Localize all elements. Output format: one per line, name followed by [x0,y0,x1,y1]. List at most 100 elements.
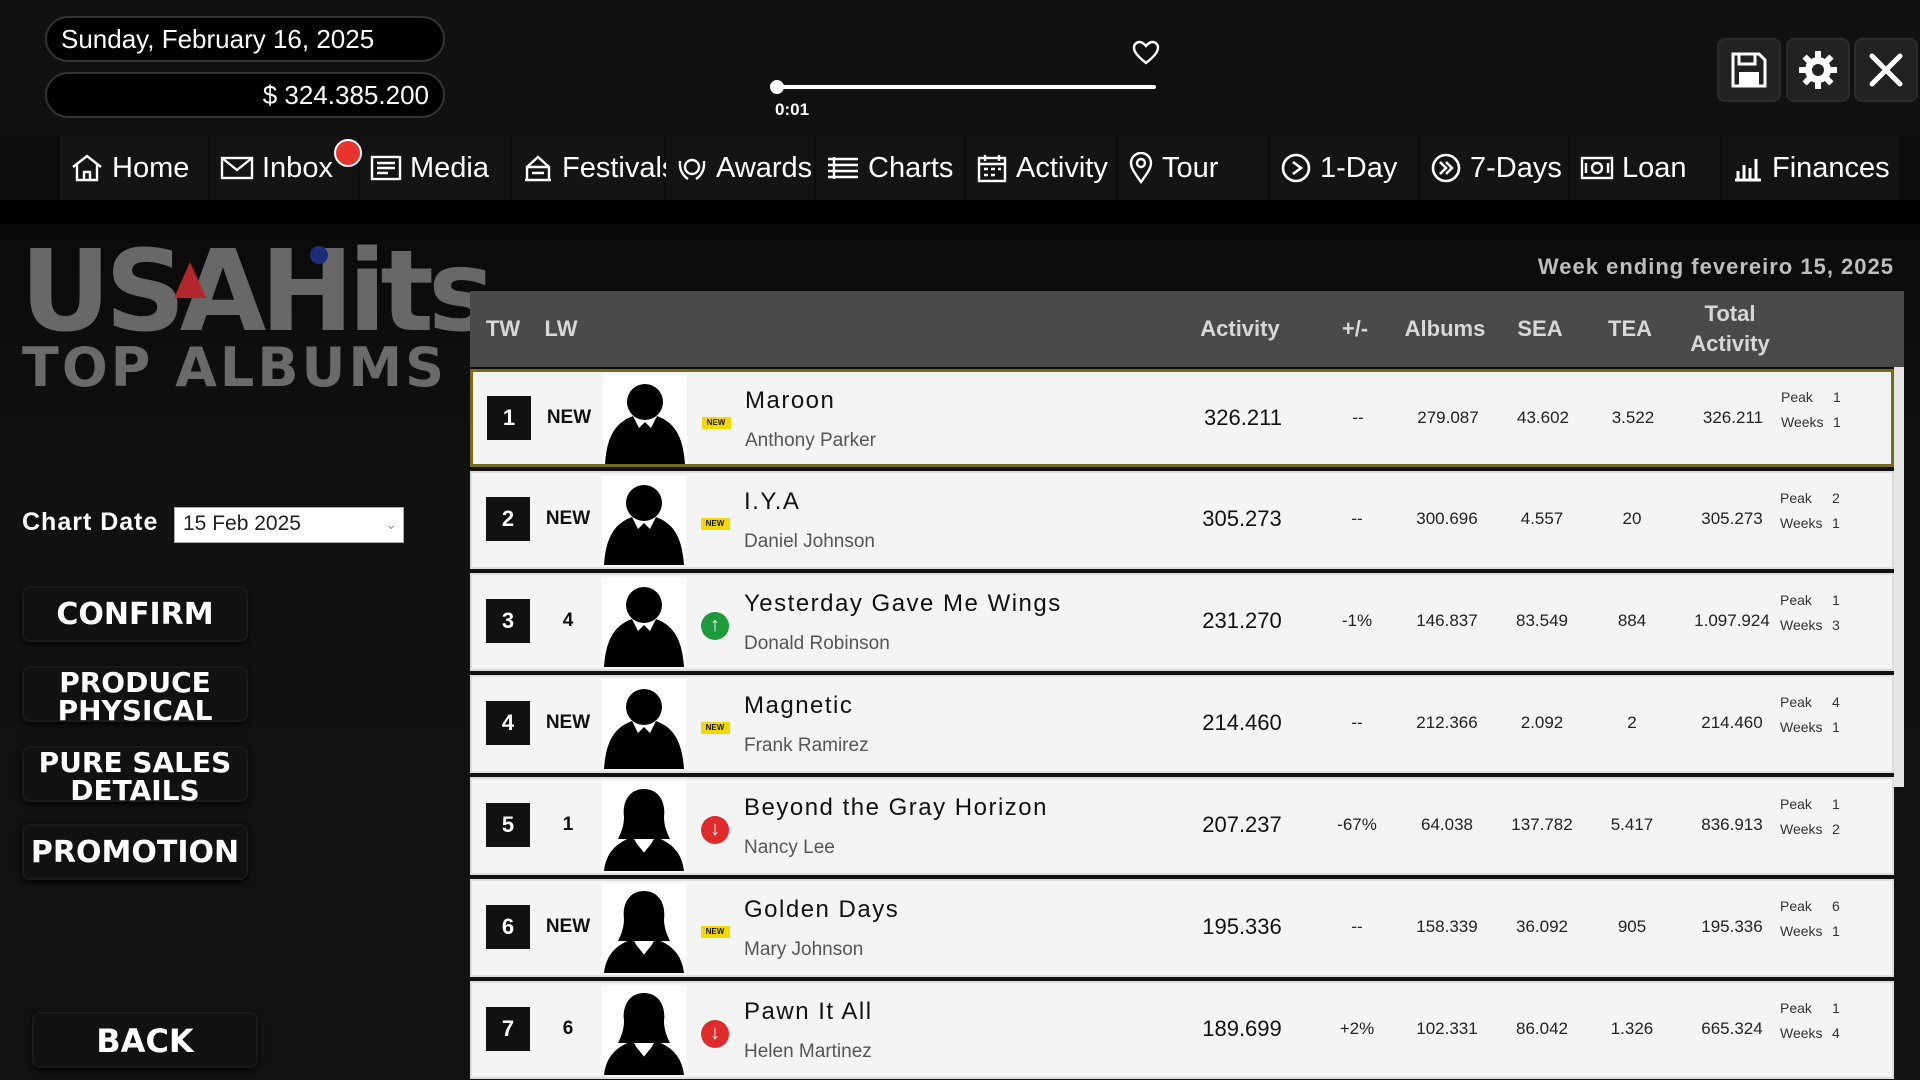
nav-finances-label: Finances [1772,151,1890,184]
peak-label: Peak [1780,1000,1812,1016]
change-value: -- [1351,713,1363,732]
nav-media[interactable]: Media [360,136,510,200]
male-avatar-icon [602,475,686,565]
produce-physical-line1: PRODUCE [59,666,211,699]
confirm-button[interactable]: CONFIRM [22,586,248,642]
header-change: +/- [1341,316,1369,341]
table-row[interactable]: 1 NEW NEW Maroon Anthony Parker 326.211 -- 279.… [470,369,1894,467]
nav-charts[interactable]: Charts [816,136,964,200]
sea-value: 137.782 [1511,815,1573,834]
albums-value: 64.038 [1421,815,1473,834]
new-tag: NEW [701,417,731,429]
header-tw: TW [485,316,521,341]
table-row[interactable]: 5 1 ↓ Beyond the Gray Horizon Nancy Lee 207.2… [470,777,1894,875]
nav-1-day-label: 1-Day [1320,151,1398,184]
arrow-up-icon: ↑ [700,611,730,641]
playback-time: 0:01 [775,100,810,119]
tea-value: 905 [1617,917,1647,936]
header-albums: Albums [1404,316,1486,341]
produce-physical-button[interactable]: PRODUCE PHYSICAL [22,666,248,727]
chart-date-value: 15 Feb 2025 [183,512,301,535]
artist-name: Anthony Parker [745,430,876,451]
save-button[interactable] [1717,38,1781,102]
playback-slider-thumb[interactable] [770,80,784,94]
settings-button[interactable] [1786,38,1850,102]
table-row[interactable]: 2 NEW NEW I.Y.A Daniel Johnson 305.273 -- 300.6… [470,471,1894,569]
this-week-rank: 6 [486,905,530,949]
sea-value: 86.042 [1516,1019,1568,1038]
logo-triangle [174,262,206,298]
weeks-label: Weeks [1780,515,1823,531]
tea-value: 884 [1617,611,1647,630]
logo-dot [310,246,328,264]
table-row[interactable]: 3 4 ↑ Yesterday Gave Me Wings Donald Robinso… [470,573,1894,671]
nav-festivals[interactable]: Festivals [512,136,676,200]
peak-value: 1 [1832,592,1840,608]
nav-loan[interactable]: Loan [1570,136,1720,200]
header-activity: Activity [1200,316,1280,341]
nav-home[interactable]: Home [60,136,208,200]
table-row[interactable]: 4 NEW NEW Magnetic Frank Ramirez 214.460 -- 212… [470,675,1894,773]
new-entry-icon: NEW [700,917,730,947]
back-button[interactable]: BACK [32,1012,258,1068]
sea-value: 4.557 [1520,509,1564,528]
album-title: Yesterday Gave Me Wings [744,590,1062,617]
peak-label: Peak [1780,796,1812,812]
nav-7-days[interactable]: 7-Days [1420,136,1568,200]
table-row[interactable]: 7 6 ↓ Pawn It All Helen Martinez 189.699 +2% 10… [470,981,1894,1079]
charts-icon [828,157,858,179]
weeks-label: Weeks [1780,821,1823,837]
promotion-button[interactable]: PROMOTION [22,824,248,880]
produce-physical-line2: PHYSICAL [57,694,213,727]
total-activity-value: 214.460 [1701,713,1763,732]
peak-label: Peak [1781,389,1813,405]
header-total-line2: Activity [1690,331,1770,356]
close-icon [1869,53,1903,87]
nav-awards[interactable]: Awards [666,136,814,200]
money-balance: $ 324.385.200 [45,72,445,118]
this-week-rank: 1 [487,396,531,440]
play-icon [1281,153,1311,183]
weeks-label: Weeks [1780,719,1823,735]
pure-sales-line2: DETAILS [70,774,200,807]
nav-1-day[interactable]: 1-Day [1270,136,1418,200]
close-button[interactable] [1854,38,1918,102]
weeks-value: 3 [1832,617,1840,633]
header-total-activity: Total Activity [1675,291,1785,367]
new-entry-icon: NEW [700,713,730,743]
weeks-info: Weeks 4 [1780,1025,1840,1041]
albums-value: 146.837 [1416,611,1478,630]
sea-value: 43.602 [1517,408,1569,427]
calendar-icon [977,155,1007,183]
activity-value: 195.336 [1202,914,1282,939]
weeks-info: Weeks 1 [1780,923,1840,939]
inbox-notification-badge [334,139,362,167]
tea-value: 5.417 [1610,815,1654,834]
weeks-label: Weeks [1781,414,1824,430]
chevron-down-icon: ⌄ [385,516,397,532]
table-row[interactable]: 6 NEW NEW Golden Days Mary Johnson 195.336 -- 1… [470,879,1894,977]
change-value: -1% [1341,611,1373,630]
heart-icon[interactable] [1132,40,1160,66]
peak-label: Peak [1780,490,1812,506]
this-week-rank: 2 [486,497,530,541]
gear-icon [1799,51,1837,89]
playback-slider[interactable] [772,85,1156,89]
last-week-rank: NEW [546,407,592,428]
female-avatar-icon [602,781,686,871]
female-avatar-icon [602,985,686,1075]
nav-tour[interactable]: Tour [1118,136,1268,200]
nav-activity-label: Activity [1016,151,1108,184]
header-tea: TEA [1608,316,1652,341]
pure-sales-details-button[interactable]: PURE SALES DETAILS [22,746,248,807]
peak-info: Peak 1 [1780,592,1840,608]
nav-media-label: Media [410,151,489,184]
main-nav: Home Inbox Media Festivals Awards Charts… [0,136,1920,200]
nav-finances[interactable]: Finances [1722,136,1898,200]
weeks-info: Weeks 1 [1780,515,1840,531]
sea-value: 2.092 [1520,713,1564,732]
peak-value: 1 [1832,796,1840,812]
table-scrollbar[interactable] [1894,367,1904,787]
chart-date-select[interactable]: 15 Feb 2025 ⌄ [174,507,404,543]
nav-activity[interactable]: Activity [966,136,1116,200]
